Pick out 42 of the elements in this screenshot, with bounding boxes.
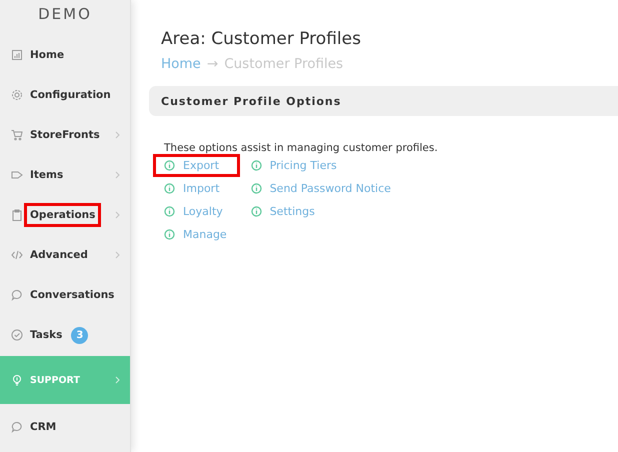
breadcrumb-text: →: [206, 56, 218, 72]
tag-icon: [11, 169, 23, 181]
menu-label: Home: [29, 48, 66, 63]
bubble-icon: [11, 421, 23, 433]
sidebar-item[interactable]: Configuration: [0, 75, 130, 115]
menu-label: StoreFronts: [29, 128, 101, 143]
bubble-icon: [11, 289, 23, 301]
menu-label: Operations: [24, 203, 102, 227]
menu-label: SUPPORT: [29, 374, 81, 388]
menu-label: Items: [29, 168, 64, 183]
sidebar-item[interactable]: Advanced: [0, 235, 130, 275]
description-text: These options assist in managing customer profiles.: [164, 142, 439, 154]
logo-text: DEMO: [37, 6, 93, 22]
info-icon: [164, 229, 175, 240]
sidebar-item[interactable]: CRM: [0, 407, 130, 447]
info-icon: [250, 206, 262, 217]
sidebar-item[interactable]: Home: [0, 35, 130, 75]
menu-label: Configuration: [29, 88, 112, 103]
sidebar-item[interactable]: Items: [0, 155, 130, 195]
menu-label: Tasks: [29, 328, 64, 343]
gear-icon: [11, 89, 23, 101]
panel-title: Customer Profile Options: [161, 94, 342, 108]
menu-label: Conversations: [29, 288, 116, 303]
sidebar-item[interactable]: Operations: [0, 195, 130, 235]
info-icon: [164, 160, 175, 171]
count-badge: 3: [71, 326, 88, 344]
info-icon: [164, 206, 175, 217]
page-title: Area: Customer Profiles: [161, 28, 362, 50]
info-icon: [250, 183, 262, 194]
code-icon: [11, 249, 23, 261]
clipboard-icon: [11, 209, 23, 221]
bulb-icon: [11, 374, 23, 386]
info-icon: [250, 160, 262, 171]
sidebar-item[interactable]: StoreFronts: [0, 115, 130, 155]
sidebar-item[interactable]: Conversations: [0, 275, 130, 315]
cart-icon: [11, 129, 23, 141]
menu-label: Advanced: [29, 248, 89, 263]
menu-label: CRM: [29, 420, 58, 435]
info-icon: [164, 183, 175, 194]
check-circle-icon: [11, 329, 23, 341]
chart-icon: [11, 49, 23, 61]
sidebar-item[interactable]: Tasks 3: [0, 315, 130, 355]
